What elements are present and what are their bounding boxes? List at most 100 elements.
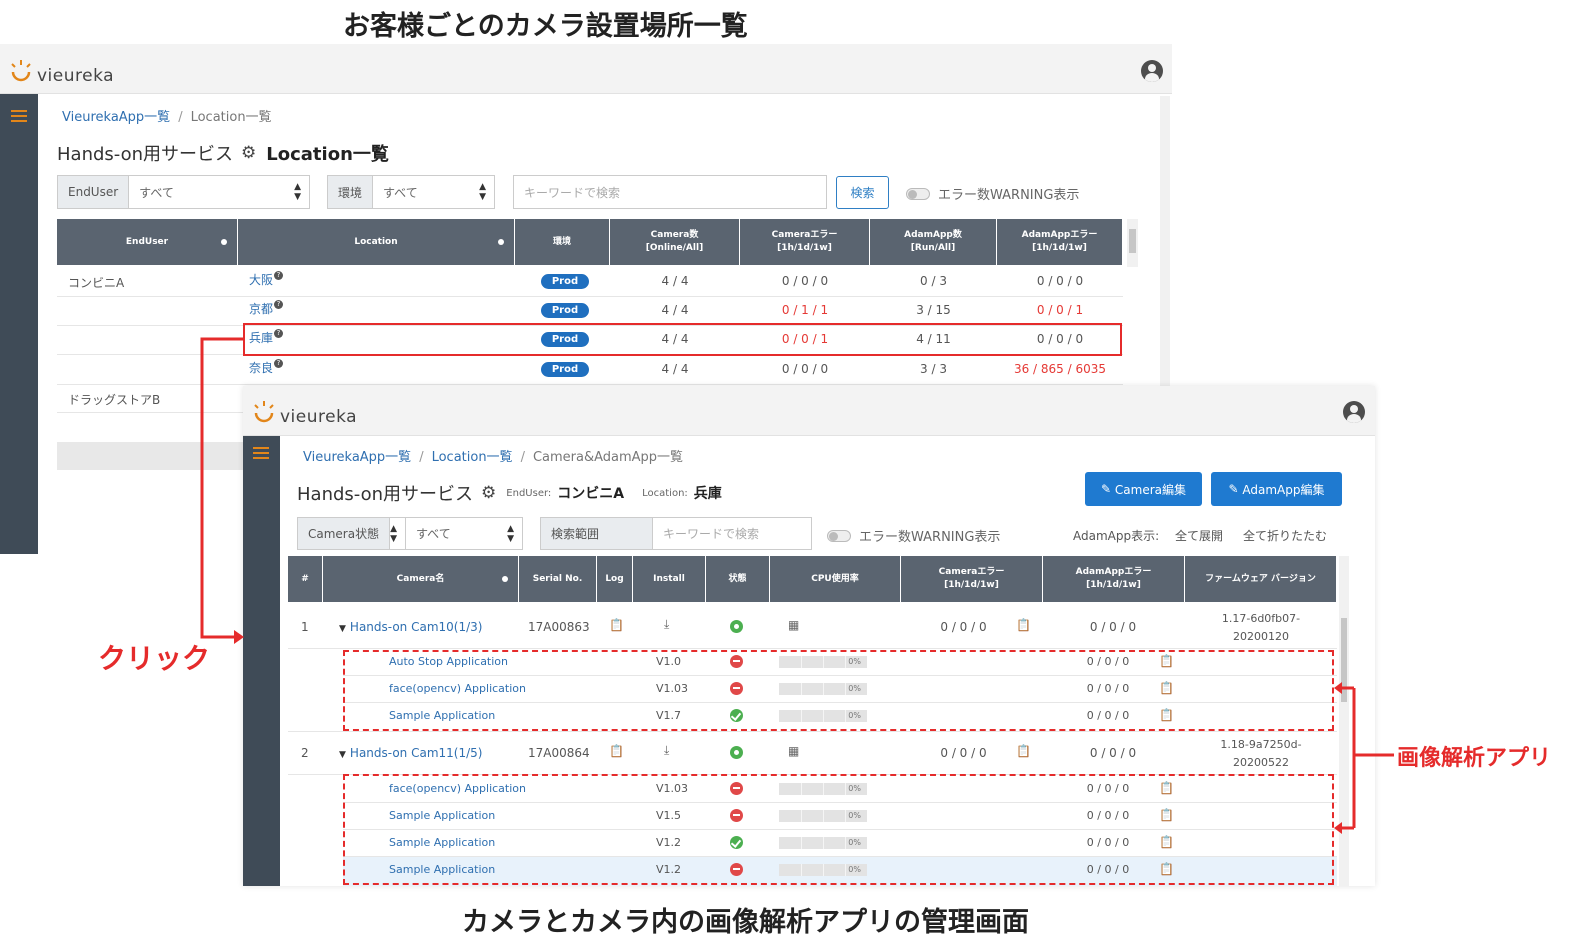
clipboard-log-icon[interactable]: 📋 <box>609 744 624 758</box>
col-log: Log <box>597 556 633 602</box>
cell-enduser: ドラッグストアB <box>68 393 161 407</box>
col-install: Install <box>633 556 706 602</box>
breadcrumb-vieurekaapp[interactable]: VieurekaApp一覧 <box>303 450 411 465</box>
camera-link-cam10[interactable]: ▼ Hands-on Cam10(1/3) <box>339 620 482 634</box>
cell-camera: 4 / 4 <box>661 303 689 317</box>
highlight-hyogo-row <box>243 323 1122 356</box>
collapse-all-button[interactable]: 全て折りたたむ <box>1243 527 1327 544</box>
col-camera-name[interactable]: Camera名 <box>323 556 519 602</box>
env-badge: Prod <box>541 362 589 377</box>
cell-adam-error: 0 / 0 / 1 <box>1036 303 1084 317</box>
clipboard-log-icon[interactable]: 📋 <box>1016 618 1031 632</box>
cell-number: 2 <box>301 746 309 760</box>
help-icon: ? <box>274 359 284 368</box>
help-icon: ? <box>274 300 284 309</box>
col-adam-error: AdamAppエラー [1h/1d/1w] <box>1043 556 1185 602</box>
col-location[interactable]: Location <box>238 219 515 265</box>
col-enduser[interactable]: EndUser <box>57 219 238 265</box>
cell-camera-error: 0 / 0 / 0 <box>940 746 987 760</box>
click-annotation: クリック <box>98 642 211 675</box>
col-number: # <box>288 556 323 602</box>
warning-toggle[interactable]: エラー数WARNING表示 <box>827 526 1000 545</box>
updown-caret-icon: ▲ ▼ <box>294 182 301 202</box>
table-scrollbar[interactable] <box>1127 219 1138 267</box>
cell-firmware: 1.18-9a7250d- 20200522 <box>1220 738 1302 769</box>
env-badge: Prod <box>541 274 589 289</box>
cell-adam-error: 0 / 0 / 0 <box>1089 620 1137 634</box>
page-title: Hands-on用サービス ⚙ Location一覧 <box>57 140 389 166</box>
cell-firmware: 1.17-6d0fb07- 20200120 <box>1221 612 1301 643</box>
camera-state-select[interactable]: Camera状態 ▲ ▼ すべて ▲ ▼ <box>297 517 523 550</box>
cell-camera: 4 / 4 <box>661 274 689 288</box>
breadcrumb-camera: Camera&AdamApp一覧 <box>532 450 684 465</box>
vieureka-logo: vieureka <box>8 58 114 86</box>
enduser-value: コンビニA <box>557 486 625 502</box>
col-state: 状態 <box>706 556 770 602</box>
enduser-select[interactable]: EndUser すべて ▲ ▼ <box>57 175 310 209</box>
page-title: Hands-on用サービス ⚙ EndUser: コンビニA Location:… <box>297 480 722 506</box>
camera-keyword-input[interactable]: キーワードで検索 <box>653 525 811 542</box>
top-caption: お客様ごとのカメラ設置場所一覧 <box>343 11 748 42</box>
adam-edit-button[interactable]: ✎ AdamApp編集 <box>1211 472 1342 506</box>
col-camera-count: Camera数 [Online/All] <box>610 219 740 265</box>
expand-all-button[interactable]: 全て展開 <box>1175 527 1223 544</box>
menu-hamburger-icon[interactable] <box>11 110 27 122</box>
warning-toggle[interactable]: エラー数WARNING表示 <box>906 184 1079 203</box>
user-avatar-icon[interactable] <box>1141 60 1163 82</box>
breadcrumb-location: Location一覧 <box>190 110 272 125</box>
breadcrumb-vieurekaapp[interactable]: VieurekaApp一覧 <box>62 110 170 125</box>
apps-annotation: 画像解析アプリ <box>1397 746 1552 771</box>
cell-adam-error: 36 / 865 / 6035 <box>1013 362 1107 376</box>
sort-dot-icon <box>498 239 504 245</box>
dashed-box-cam10-apps <box>343 650 1334 731</box>
env-select[interactable]: 環境 すべて ▲ ▼ <box>327 175 495 209</box>
breadcrumb-location[interactable]: Location一覧 <box>432 450 513 465</box>
logo-sun-icon <box>254 401 274 423</box>
col-camera-error: Cameraエラー [1h/1d/1w] <box>901 556 1043 602</box>
cell-camera-error: 0 / 0 / 0 <box>781 362 829 376</box>
location-link-kyoto[interactable]: 京都? <box>249 300 284 317</box>
logo-sun-icon <box>11 60 31 82</box>
download-install-icon[interactable]: ⤓ <box>664 743 669 758</box>
camera-edit-button[interactable]: ✎ Camera編集 <box>1085 472 1202 506</box>
location-sidebar <box>0 94 38 554</box>
toggle-switch-icon[interactable] <box>827 529 851 542</box>
updown-caret-icon: ▲ ▼ <box>479 182 486 202</box>
camera-link-cam11[interactable]: ▼ Hands-on Cam11(1/5) <box>339 746 482 760</box>
chart-cpu-icon[interactable]: ▦ <box>788 744 799 758</box>
keyword-search-input[interactable]: キーワードで検索 <box>513 175 827 209</box>
updown-caret-icon: ▲ ▼ <box>507 523 514 544</box>
user-avatar-icon[interactable] <box>1343 401 1365 423</box>
cell-number: 1 <box>301 620 309 634</box>
menu-hamburger-icon[interactable] <box>253 447 269 459</box>
clipboard-log-icon[interactable]: 📋 <box>1016 744 1031 758</box>
search-button[interactable]: 検索 <box>836 176 889 209</box>
gear-icon[interactable]: ⚙ <box>481 483 496 503</box>
gear-icon[interactable]: ⚙ <box>241 143 256 163</box>
sort-dot-icon <box>502 576 508 582</box>
cell-adam-error: 0 / 0 / 0 <box>1036 274 1084 288</box>
service-title: Hands-on用サービス <box>297 484 474 505</box>
logo-text: vieureka <box>280 407 358 427</box>
expand-triangle-icon: ▼ <box>339 750 346 760</box>
expand-triangle-icon: ▼ <box>339 624 346 634</box>
location-link-nara[interactable]: 奈良? <box>249 359 284 376</box>
cell-serial: 17A00863 <box>528 620 590 634</box>
col-adam-error: AdamAppエラー [1h/1d/1w] <box>997 219 1123 265</box>
adamapp-display-label: AdamApp表示: <box>1073 529 1160 543</box>
download-install-icon[interactable]: ⤓ <box>664 617 669 632</box>
clipboard-log-icon[interactable]: 📋 <box>609 618 624 632</box>
toggle-switch-icon[interactable] <box>906 187 930 200</box>
location-topbar: vieureka <box>0 44 1172 94</box>
updown-caret-icon: ▲ ▼ <box>390 523 398 544</box>
chart-cpu-icon[interactable]: ▦ <box>788 618 799 632</box>
location-list-title: Location一覧 <box>266 144 389 165</box>
logo-text: vieureka <box>37 66 115 86</box>
cell-camera: 4 / 4 <box>661 362 689 376</box>
cell-enduser: コンビニA <box>68 276 125 290</box>
status-online-icon <box>730 746 743 759</box>
location-link-osaka[interactable]: 大阪? <box>249 271 284 288</box>
col-env: 環境 <box>515 219 610 265</box>
search-range-select[interactable]: 検索範囲 キーワードで検索 <box>540 517 812 550</box>
cell-adam-error: 0 / 0 / 0 <box>1089 746 1137 760</box>
